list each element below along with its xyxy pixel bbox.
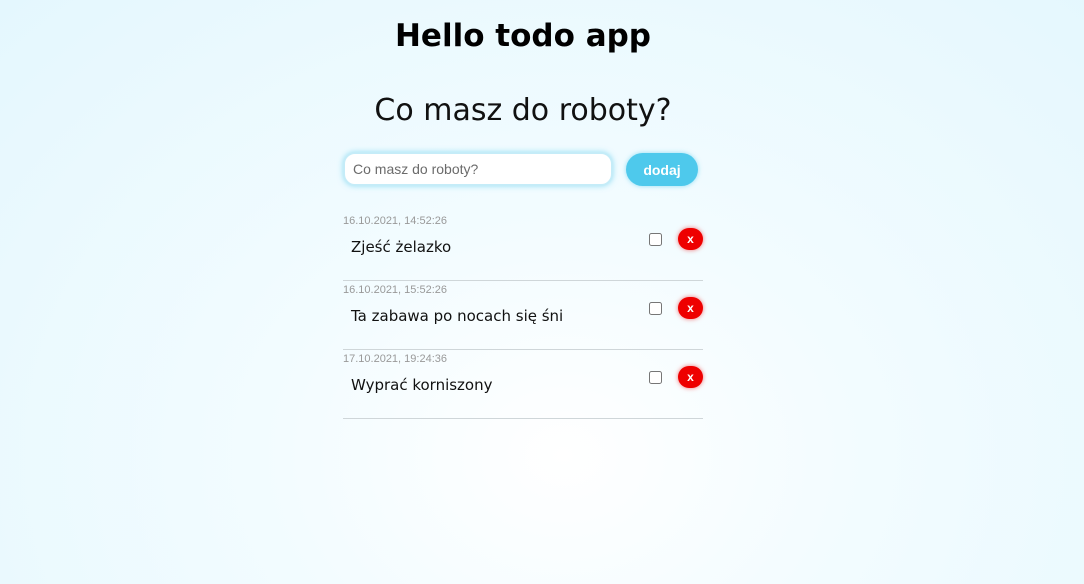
- todo-done-checkbox[interactable]: [649, 371, 662, 384]
- app-title: Hello todo app: [394, 18, 651, 54]
- todo-list: 16.10.2021, 14:52:26 Zjeść żelazko x 16.…: [343, 212, 703, 419]
- todo-text: Zjeść żelazko: [351, 238, 452, 256]
- delete-button[interactable]: x: [678, 228, 703, 250]
- todo-item: 16.10.2021, 15:52:26 Ta zabawa po nocach…: [343, 281, 703, 350]
- todo-text: Ta zabawa po nocach się śni: [351, 307, 564, 325]
- add-todo-form: dodaj: [343, 152, 703, 188]
- delete-button[interactable]: x: [678, 297, 703, 319]
- page-subtitle: Co masz do roboty?: [374, 93, 672, 128]
- todo-item: 17.10.2021, 19:24:36 Wyprać korniszony x: [343, 350, 703, 419]
- todo-text: Wyprać korniszony: [351, 376, 493, 394]
- delete-button[interactable]: x: [678, 366, 703, 388]
- todo-date: 16.10.2021, 15:52:26: [343, 284, 447, 296]
- todo-date: 17.10.2021, 19:24:36: [343, 353, 447, 365]
- todo-done-checkbox[interactable]: [649, 233, 662, 246]
- todo-done-checkbox[interactable]: [649, 302, 662, 315]
- todo-input[interactable]: [343, 152, 613, 186]
- todo-date: 16.10.2021, 14:52:26: [343, 215, 447, 227]
- add-button[interactable]: dodaj: [626, 153, 698, 186]
- todo-item: 16.10.2021, 14:52:26 Zjeść żelazko x: [343, 212, 703, 281]
